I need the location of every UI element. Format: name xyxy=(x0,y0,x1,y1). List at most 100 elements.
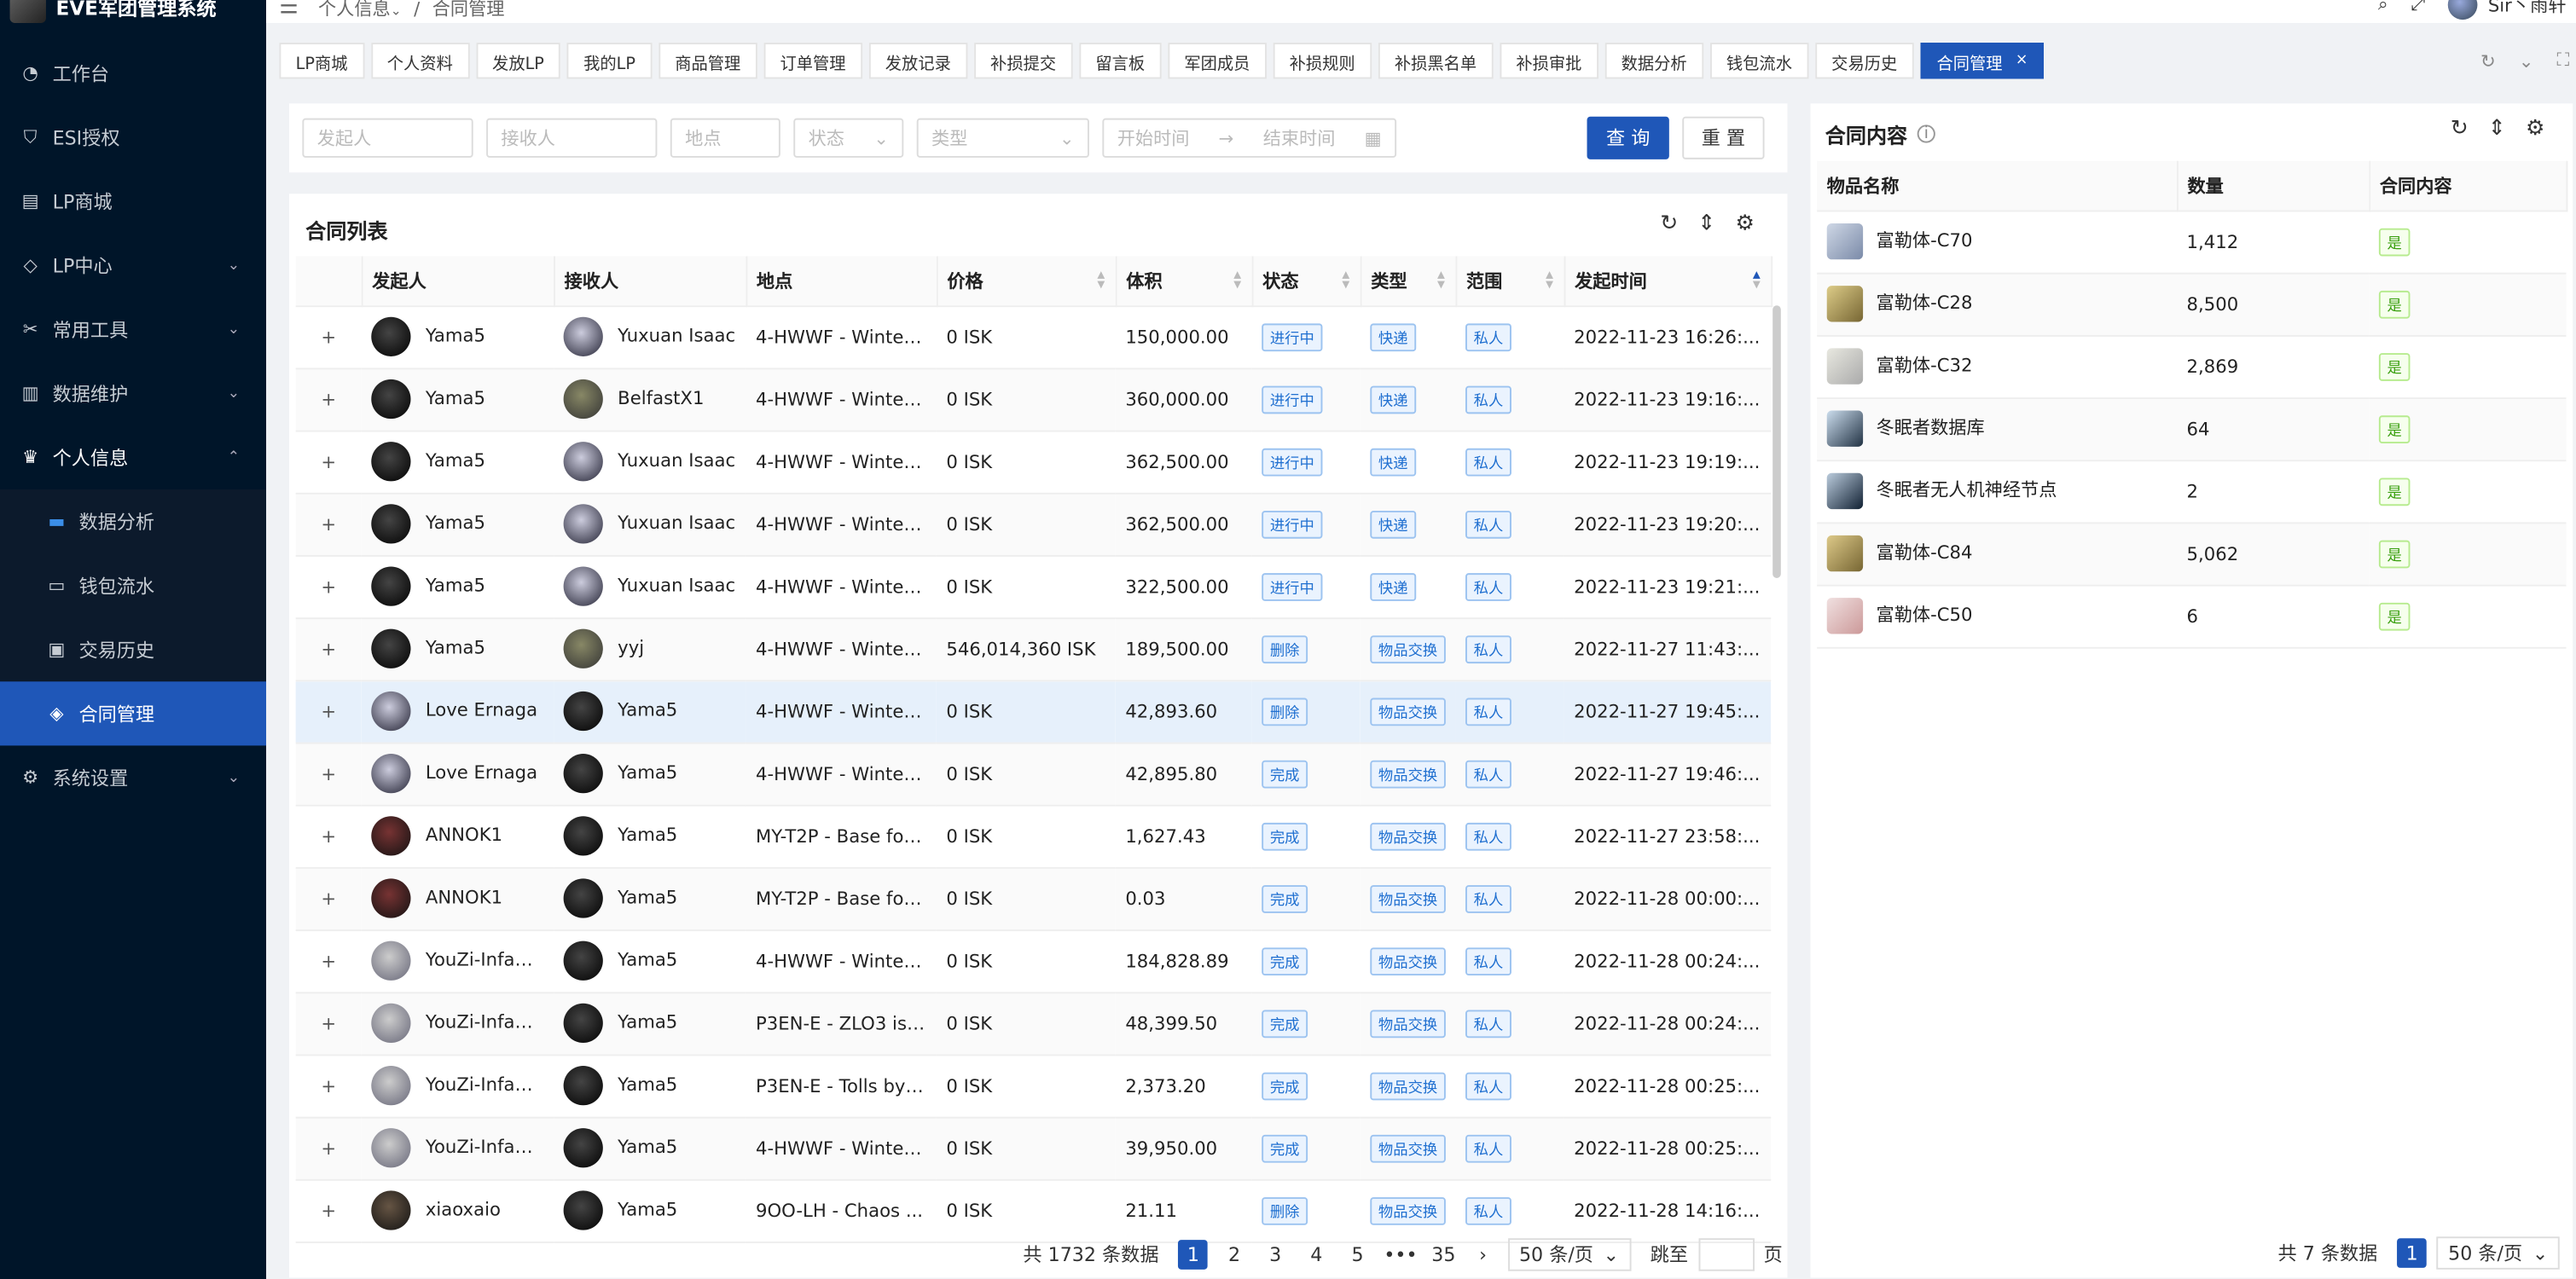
app-logo[interactable]: EVE军团管理系统 xyxy=(0,0,266,23)
table-row[interactable]: 富勒体-C28 8,500 是 xyxy=(1817,272,2567,336)
expand-row-button[interactable]: + xyxy=(295,367,362,431)
sidebar-item[interactable]: ⛉ ESI授权 xyxy=(0,105,266,169)
sidebar-subitem[interactable]: ▭ 钱包流水 xyxy=(0,553,266,617)
expand-row-button[interactable]: + xyxy=(295,804,362,868)
scrollbar[interactable] xyxy=(1772,305,1781,578)
table-row[interactable]: + Yama5 Yuxuan Isaac 4-HWWF - Winter... 0 IS… xyxy=(295,492,1772,556)
tab-item[interactable]: 补损审批 xyxy=(1500,43,1598,79)
page-button[interactable]: 5 xyxy=(1343,1240,1372,1270)
expand-row-button[interactable]: + xyxy=(295,992,362,1056)
table-row[interactable]: + Yama5 yyj 4-HWWF - Winter... 546,014,360 I… xyxy=(295,617,1772,681)
table-row[interactable]: + Love Ernaga Yama5 4-HWWF - Winter... 0 ISK… xyxy=(295,680,1772,744)
tab-item[interactable]: 留言板 xyxy=(1079,43,1162,79)
tab-item[interactable]: 钱包流水 xyxy=(1709,43,1809,79)
page-size-select[interactable]: 50 条/页 ⌄ xyxy=(2436,1236,2560,1270)
expand-row-button[interactable]: + xyxy=(295,1054,362,1118)
table-row[interactable]: 富勒体-C32 2,869 是 xyxy=(1817,334,2567,399)
sort-icon[interactable]: ▲ ▼ xyxy=(1437,270,1445,291)
tab-item[interactable]: 个人资料 xyxy=(370,43,470,79)
query-button[interactable]: 查 询 xyxy=(1587,116,1669,159)
column-header[interactable]: 合同内容 xyxy=(2369,160,2567,211)
tab-item[interactable]: 商品管理 xyxy=(659,43,757,79)
page-button[interactable]: ••• xyxy=(1384,1240,1417,1270)
expand-row-button[interactable]: + xyxy=(295,1116,362,1180)
sidebar-item[interactable]: ▤ LP商城 xyxy=(0,169,266,233)
table-row[interactable]: 富勒体-C70 1,412 是 xyxy=(1817,210,2567,274)
tab-item[interactable]: 发放LP xyxy=(475,43,561,79)
table-row[interactable]: + YouZi-Infant... Yama5 4-HWWF - Winter... 0… xyxy=(295,1116,1772,1180)
sidebar-subitem[interactable]: ▣ 交易历史 xyxy=(0,617,266,681)
sidebar-item[interactable]: ▥ 数据维护 ⌄ xyxy=(0,362,266,425)
column-header[interactable]: 体积 ▲ ▼ xyxy=(1115,256,1253,307)
expand-row-button[interactable]: + xyxy=(295,680,362,744)
table-row[interactable]: 冬眠者无人机神经节点 2 是 xyxy=(1817,460,2567,524)
column-header[interactable]: 物品名称 xyxy=(1817,160,2178,211)
expand-row-button[interactable]: + xyxy=(295,742,362,806)
page-size-select[interactable]: 50 条/页 ⌄ xyxy=(1507,1238,1631,1271)
sort-icon[interactable]: ▲ ▼ xyxy=(1753,270,1761,291)
table-row[interactable]: 富勒体-C50 6 是 xyxy=(1817,584,2567,648)
table-row[interactable]: + Yama5 BelfastX1 4-HWWF - Winter... 0 ISK 36… xyxy=(295,367,1772,431)
sort-icon[interactable]: ▲ ▼ xyxy=(1546,270,1553,291)
type-select[interactable]: 类型 ⌄ xyxy=(916,118,1089,158)
column-header[interactable]: 地点 xyxy=(746,256,937,307)
column-header[interactable]: 接收人 xyxy=(554,256,747,307)
tab-item[interactable]: 合同管理 × xyxy=(1920,43,2045,79)
tab-item[interactable]: 军团成员 xyxy=(1168,43,1267,79)
expand-row-button[interactable]: + xyxy=(295,554,362,619)
page-button[interactable]: 35 xyxy=(1429,1240,1459,1270)
density-icon[interactable]: ⇕ xyxy=(1697,211,1715,236)
sidebar-item[interactable]: ✂ 常用工具 ⌄ xyxy=(0,298,266,362)
table-row[interactable]: + xiaoxaio Yama5 9OO-LH - Chaos ... 0 ISK 21.… xyxy=(295,1178,1772,1243)
expand-row-button[interactable]: + xyxy=(295,492,362,556)
sidebar-subitem[interactable]: ◈ 合同管理 xyxy=(0,681,267,746)
settings-icon[interactable]: ⚙ xyxy=(1736,211,1755,236)
tab-item[interactable]: 补损提交 xyxy=(973,43,1073,79)
expand-row-button[interactable]: + xyxy=(295,305,362,369)
sidebar-item[interactable]: ◔ 工作台 xyxy=(0,41,266,105)
column-header[interactable]: 类型 ▲ ▼ xyxy=(1360,256,1457,307)
column-header[interactable]: 发起人 xyxy=(361,256,555,307)
tab-item[interactable]: 交易历史 xyxy=(1814,43,1914,79)
sort-icon[interactable]: ▲ ▼ xyxy=(1342,270,1349,291)
table-row[interactable]: + YouZi-Infant... Yama5 P3EN-E - ZLO3 is ..… xyxy=(295,992,1772,1056)
menu-fold-icon[interactable]: ☰ xyxy=(279,0,298,19)
page-button[interactable]: 4 xyxy=(1302,1240,1332,1270)
expand-row-button[interactable]: + xyxy=(295,929,362,993)
sidebar-item-settings[interactable]: ⚙ 系统设置 ⌄ xyxy=(0,745,266,809)
tab-item[interactable]: 发放记录 xyxy=(868,43,968,79)
sort-icon[interactable]: ▲ ▼ xyxy=(1233,270,1241,291)
info-icon[interactable]: i xyxy=(1917,124,1935,143)
tab-item[interactable]: 数据分析 xyxy=(1604,43,1703,79)
density-icon[interactable]: ⇕ xyxy=(2488,117,2506,142)
table-row[interactable]: + Yama5 Yuxuan Isaac 4-HWWF - Winter... 0 IS… xyxy=(295,430,1772,494)
chevron-down-icon[interactable]: ⌄ xyxy=(2519,50,2534,72)
receiver-input[interactable]: 接收人 xyxy=(486,118,658,158)
table-row[interactable]: + YouZi-Infant... Yama5 P3EN-E - Tolls by .… xyxy=(295,1054,1772,1118)
refresh-icon[interactable]: ↻ xyxy=(1660,211,1678,236)
issuer-input[interactable]: 发起人 xyxy=(302,118,473,158)
expand-row-button[interactable]: + xyxy=(295,866,362,931)
sidebar-subitem[interactable]: ▬ 数据分析 xyxy=(0,489,266,553)
tab-item[interactable]: LP商城 xyxy=(279,43,364,79)
column-header[interactable]: 数量 xyxy=(2176,160,2370,211)
search-icon[interactable]: ⌕ xyxy=(2378,0,2388,16)
tab-item[interactable]: 我的LP xyxy=(566,43,653,79)
table-row[interactable]: + YouZi-Infant... Yama5 4-HWWF - Winter... 0… xyxy=(295,929,1772,993)
expand-row-button[interactable]: + xyxy=(295,1178,362,1243)
table-row[interactable]: + ANNOK1 Yama5 MY-T2P - Base for... 0 ISK 0.0… xyxy=(295,866,1772,931)
column-header[interactable]: 范围 ▲ ▼ xyxy=(1455,256,1565,307)
column-header[interactable]: 状态 ▲ ▼ xyxy=(1251,256,1361,307)
tab-item[interactable]: 订单管理 xyxy=(763,43,862,79)
refresh-icon[interactable]: ↻ xyxy=(2480,50,2496,72)
reset-button[interactable]: 重 置 xyxy=(1682,116,1765,159)
page-button[interactable]: 1 xyxy=(1178,1240,1209,1270)
sidebar-item[interactable]: ◇ LP中心 ⌄ xyxy=(0,233,266,297)
sidebar-item[interactable]: ♛ 个人信息 ⌃ xyxy=(0,425,266,489)
tab-item[interactable]: 补损黑名单 xyxy=(1378,43,1494,79)
next-page-button[interactable]: › xyxy=(1468,1240,1498,1270)
settings-icon[interactable]: ⚙ xyxy=(2526,117,2544,142)
page-button[interactable]: 1 xyxy=(2397,1238,2428,1268)
expand-icon[interactable]: ⛶ xyxy=(2556,49,2569,72)
table-row[interactable]: + Yama5 Yuxuan Isaac 4-HWWF - Winter... 0 IS… xyxy=(295,305,1772,369)
